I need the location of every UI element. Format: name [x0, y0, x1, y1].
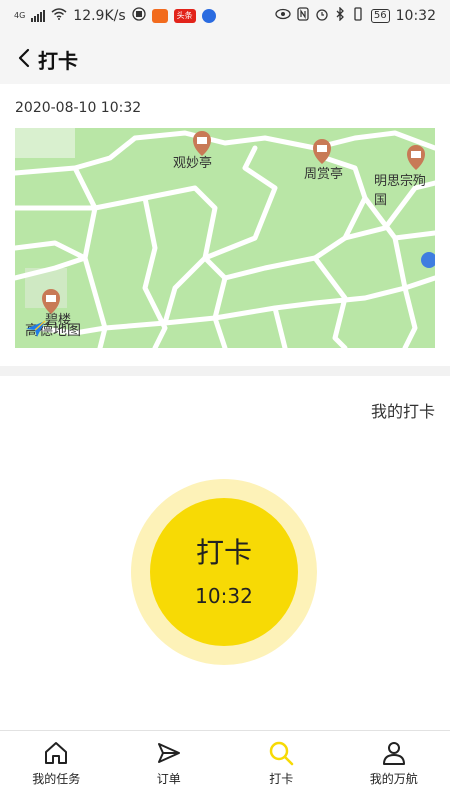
toutiao-badge: 头条	[174, 9, 196, 23]
shield-app-icon	[132, 7, 146, 25]
alarm-icon	[315, 7, 329, 25]
app-notification-icon	[152, 9, 168, 23]
poi-label[interactable]: 周赏亭	[304, 163, 343, 182]
poi-label[interactable]: 明思宗殉国	[374, 170, 435, 208]
bottom-nav: 我的任务 订单 打卡 我的万航	[0, 730, 450, 801]
status-bar: 4G 12.9K/s 头条 56 10:32	[0, 0, 450, 32]
network-type: 4G	[14, 12, 25, 20]
eye-icon	[275, 8, 291, 24]
amap-logo: 高德地图	[25, 320, 81, 340]
punch-button-label: 打卡	[196, 536, 252, 570]
user-icon	[380, 739, 408, 767]
nav-item-my-profile[interactable]: 我的万航	[338, 731, 450, 801]
nav-label: 我的万航	[370, 770, 418, 787]
send-icon	[155, 739, 183, 767]
signal-icon	[31, 10, 45, 22]
nav-label: 打卡	[269, 770, 293, 787]
punch-button-time: 10:32	[195, 584, 253, 608]
home-icon	[42, 739, 70, 767]
section-divider	[0, 366, 450, 376]
nav-item-my-tasks[interactable]: 我的任务	[0, 731, 113, 801]
nfc-icon	[297, 7, 309, 25]
page-title: 打卡	[38, 45, 78, 74]
nav-label: 订单	[157, 770, 181, 787]
app-header: 打卡	[0, 32, 450, 84]
nav-label: 我的任务	[32, 770, 80, 787]
location-map[interactable]: 观妙亭 周赏亭 明思宗殉国 碧楼 高德地图	[15, 128, 435, 348]
punch-button[interactable]: 打卡 10:32	[150, 498, 298, 646]
back-arrow-icon[interactable]	[14, 46, 36, 70]
map-roads	[15, 128, 435, 348]
poi-label[interactable]: 观妙亭	[173, 152, 212, 171]
bluetooth-icon	[335, 7, 345, 25]
battery-level: 56	[371, 9, 390, 23]
vibrate-icon	[351, 7, 365, 25]
checkin-datetime: 2020-08-10 10:32	[15, 100, 141, 116]
network-speed: 12.9K/s	[73, 8, 125, 24]
my-checkin-link[interactable]: 我的打卡	[371, 398, 435, 422]
status-left: 4G 12.9K/s 头条	[14, 7, 216, 25]
wifi-icon	[51, 8, 67, 24]
nav-item-orders[interactable]: 订单	[113, 731, 226, 801]
status-time: 10:32	[396, 8, 436, 24]
amap-logo-icon	[25, 320, 47, 338]
music-icon	[202, 9, 216, 23]
search-icon	[267, 739, 295, 767]
status-right: 56 10:32	[275, 7, 436, 25]
nav-item-checkin[interactable]: 打卡	[225, 731, 338, 801]
